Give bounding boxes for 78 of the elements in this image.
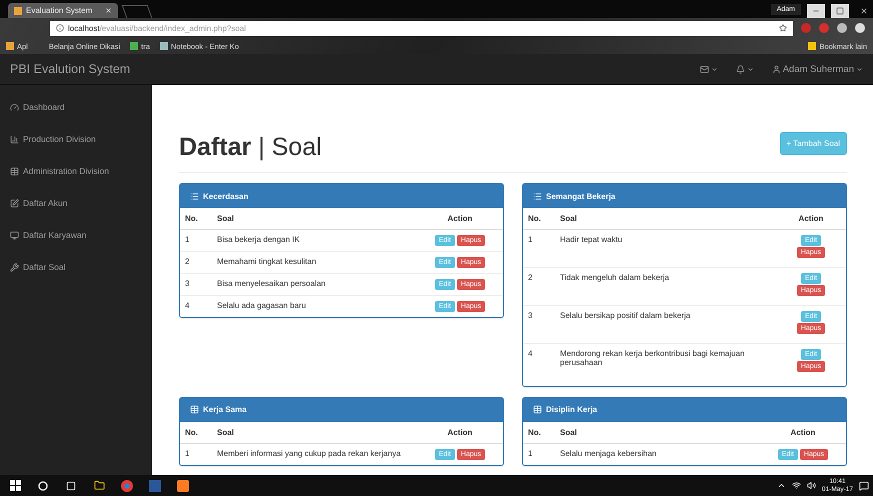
sidebar-item[interactable]: Dashboard — [0, 91, 152, 123]
app-brand[interactable]: PBI Evalution System — [10, 62, 130, 76]
mail-icon — [700, 64, 709, 74]
sidebar-item[interactable]: Daftar Karyawan — [0, 219, 152, 251]
volume-icon[interactable] — [806, 481, 816, 490]
table-cell: 1 — [185, 235, 190, 244]
user-icon — [772, 64, 781, 74]
panel-title: Semangat Bekerja — [546, 192, 616, 200]
maximize-button[interactable] — [831, 4, 849, 18]
table-cell: Selalu ada gagasan baru — [217, 301, 306, 310]
add-question-button[interactable]: + Tambah Soal — [780, 132, 847, 155]
network-icon[interactable] — [792, 481, 801, 490]
column-header: Action — [448, 214, 472, 223]
column-header: Action — [790, 428, 816, 436]
close-icon — [860, 7, 868, 15]
monitor-icon — [10, 230, 19, 240]
edit-icon — [10, 198, 19, 208]
table-icon — [10, 166, 19, 176]
table-cell: 3 — [528, 311, 532, 320]
messages-menu[interactable] — [700, 64, 718, 74]
sidebar-item[interactable]: Daftar Akun — [0, 187, 152, 219]
notification-icon[interactable] — [859, 480, 869, 490]
column-header: Soal — [217, 214, 234, 223]
column-header: No. — [528, 428, 541, 436]
bookmark-icon — [130, 42, 138, 50]
table-cell: Mendorong rekan kerja berkontribusi bagi kemajuan perusahaan — [560, 349, 745, 367]
table-cell: 1 — [528, 235, 532, 244]
close-icon[interactable] — [105, 7, 112, 14]
table-cell: 1 — [528, 448, 532, 458]
maximize-icon — [836, 7, 844, 15]
column-header: Soal — [217, 428, 234, 436]
table-cell: 4 — [528, 349, 532, 358]
caret-icon — [710, 66, 718, 72]
table-cell: Tidak mengeluh dalam bekerja — [560, 273, 670, 282]
bar-chart-icon — [10, 134, 19, 144]
wrench-icon — [10, 262, 19, 272]
sidebar-item[interactable]: Administration Division — [0, 155, 152, 187]
table-cell: Bisa menyelesaikan persoalan — [217, 279, 326, 288]
table-cell: Hadir tepat waktu — [560, 235, 622, 244]
notifications-menu[interactable] — [736, 64, 754, 74]
page-title: Daftar | Soal — [179, 133, 322, 162]
table-cell: Selalu menjaga kebersihan — [560, 448, 657, 458]
caret-icon — [856, 66, 863, 72]
column-header: No. — [185, 428, 198, 436]
caret-icon — [746, 66, 754, 72]
column-header: No. — [185, 214, 198, 223]
star-icon[interactable] — [779, 24, 787, 32]
panel-title: Disiplin Kerja — [546, 405, 598, 414]
folder-icon — [808, 42, 816, 50]
table-cell: 4 — [185, 301, 190, 310]
bell-icon — [736, 64, 745, 74]
address-bar[interactable]: localhost/evaluasi/backend/index_admin.php?soal — [50, 20, 793, 36]
column-header: No. — [528, 214, 541, 223]
page-icon — [14, 6, 22, 14]
bookmark-icon — [160, 42, 168, 50]
table-cell: 2 — [185, 257, 190, 266]
table-cell: Selalu bersikap positif dalam bekerja — [560, 311, 690, 320]
user-menu[interactable]: Adam Suherman — [772, 64, 863, 74]
sidebar-item[interactable]: Daftar Soal — [0, 251, 152, 283]
panel-title: Kecerdasan — [203, 192, 248, 200]
tab-title: Evaluation System — [26, 6, 92, 15]
bookmark-icon — [6, 42, 14, 50]
table-cell: 2 — [528, 273, 532, 282]
panel-title: Kerja Sama — [203, 405, 247, 414]
table-cell: Memahami tingkat kesulitan — [217, 257, 316, 266]
column-header: Action — [798, 214, 824, 223]
table-cell: Bisa bekerja dengan IK — [217, 235, 300, 244]
column-header: Action — [448, 428, 472, 436]
sidebar-item[interactable]: Production Division — [0, 123, 152, 155]
dashboard-icon — [10, 102, 19, 112]
table-cell: 1 — [185, 448, 190, 458]
table-cell: Memberi informasi yang cukup pada rekan kerjanya — [217, 448, 401, 458]
column-header: Soal — [560, 428, 577, 436]
info-icon[interactable] — [56, 24, 64, 32]
table-cell: 3 — [185, 279, 190, 288]
url-text: localhost/evaluasi/backend/index_admin.php?soal — [68, 24, 246, 32]
column-header: Soal — [560, 214, 577, 223]
browser-tab[interactable]: Evaluation System — [8, 3, 118, 18]
